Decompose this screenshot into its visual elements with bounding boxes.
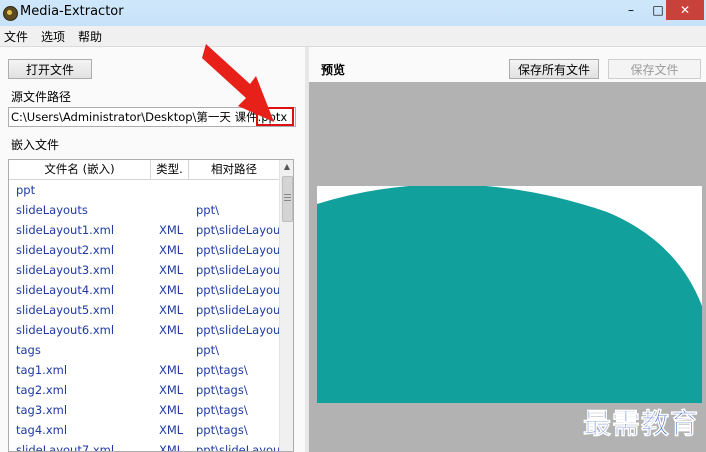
cell-type: XML: [159, 223, 184, 237]
cell-type: XML: [159, 403, 184, 417]
title-bar: Media-Extractor – □ ✕: [0, 0, 706, 27]
minimize-button[interactable]: –: [618, 0, 644, 20]
cell-path: ppt\slideLayouts\: [196, 263, 279, 277]
cell-name: slideLayout1.xml: [16, 223, 115, 237]
table-row[interactable]: tag2.xml XML ppt\tags\: [9, 380, 279, 400]
cell-path: ppt\slideLayouts\: [196, 323, 279, 337]
app-icon: [3, 6, 18, 21]
slide-preview: [317, 186, 702, 403]
cell-name: tag2.xml: [16, 383, 68, 397]
save-all-files-button[interactable]: 保存所有文件: [509, 59, 599, 79]
cell-type: XML: [159, 443, 184, 452]
table-row[interactable]: tag4.xml XML ppt\tags\: [9, 420, 279, 440]
table-row[interactable]: slideLayout4.xml XML ppt\slideLayouts\: [9, 280, 279, 300]
cell-path: ppt\: [196, 343, 219, 357]
cell-type: XML: [159, 263, 184, 277]
cell-name: tag4.xml: [16, 423, 68, 437]
table-row[interactable]: slideLayout3.xml XML ppt\slideLayouts\: [9, 260, 279, 280]
watermark: 最需教育: [583, 407, 700, 441]
right-pane: 预览 保存所有文件 保存文件: [309, 47, 706, 452]
table-row[interactable]: ppt: [9, 180, 279, 200]
preview-area: [309, 82, 706, 452]
column-header-type[interactable]: 类型.: [151, 160, 189, 179]
table-row[interactable]: slideLayout6.xml XML ppt\slideLayouts\: [9, 320, 279, 340]
cell-path: ppt\slideLayouts\: [196, 223, 279, 237]
table-row[interactable]: tag1.xml XML ppt\tags\: [9, 360, 279, 380]
cell-type: XML: [159, 283, 184, 297]
source-path-label: 源文件路径: [11, 90, 72, 104]
table-body: ppt slideLayouts ppt\ slideLayout1.xml XML pp…: [9, 180, 279, 452]
cell-name: tag3.xml: [16, 403, 68, 417]
cell-name: slideLayout4.xml: [16, 283, 115, 297]
cell-path: ppt\slideLayouts\: [196, 303, 279, 317]
cell-path: ppt\slideLayouts\: [196, 243, 279, 257]
table-row[interactable]: slideLayout2.xml XML ppt\slideLayouts\: [9, 240, 279, 260]
table-row[interactable]: slideLayout7.xml XML ppt\slideLayouts\: [9, 440, 279, 452]
column-header-name[interactable]: 文件名 (嵌入): [9, 160, 151, 179]
table-row[interactable]: slideLayout5.xml XML ppt\slideLayouts\: [9, 300, 279, 320]
cell-path: ppt\tags\: [196, 383, 248, 397]
cell-name: ppt: [16, 183, 36, 197]
slide-shape: [317, 186, 702, 403]
cell-name: slideLayout3.xml: [16, 263, 115, 277]
cell-name: slideLayout5.xml: [16, 303, 115, 317]
menu-file[interactable]: 文件: [4, 28, 28, 45]
cell-name: slideLayout6.xml: [16, 323, 115, 337]
cell-name: tag1.xml: [16, 363, 68, 377]
cell-type: XML: [159, 383, 184, 397]
embedded-files-table[interactable]: 文件名 (嵌入) 类型. 相对路径 ppt slideLayouts ppt\ sli…: [8, 159, 294, 452]
cell-path: ppt\tags\: [196, 423, 248, 437]
cell-path: ppt\tags\: [196, 403, 248, 417]
cell-type: XML: [159, 303, 184, 317]
cell-type: XML: [159, 323, 184, 337]
menu-bar: 文件 选项 帮助: [0, 26, 706, 47]
scroll-thumb[interactable]: [282, 176, 293, 222]
close-button[interactable]: ✕: [666, 0, 704, 20]
cell-name: slideLayout2.xml: [16, 243, 115, 257]
menu-options[interactable]: 选项: [41, 28, 65, 45]
embedded-files-label: 嵌入文件: [11, 138, 60, 152]
cell-path: ppt\slideLayouts\: [196, 283, 279, 297]
table-row[interactable]: tag3.xml XML ppt\tags\: [9, 400, 279, 420]
cell-type: XML: [159, 363, 184, 377]
table-row[interactable]: slideLayout1.xml XML ppt\slideLayouts\: [9, 220, 279, 240]
cell-name: slideLayouts: [16, 203, 88, 217]
cell-path: ppt\slideLayouts\: [196, 443, 279, 452]
open-file-button[interactable]: 打开文件: [8, 59, 92, 79]
table-row[interactable]: slideLayouts ppt\: [9, 200, 279, 220]
preview-label: 预览: [321, 63, 346, 77]
window-title: Media-Extractor: [20, 4, 124, 19]
red-arrow-annotation: [202, 44, 274, 122]
menu-help[interactable]: 帮助: [78, 28, 102, 45]
cell-name: slideLayout7.xml: [16, 443, 115, 452]
vertical-scrollbar[interactable]: ▲: [279, 160, 293, 451]
table-row[interactable]: tags ppt\: [9, 340, 279, 360]
cell-type: XML: [159, 243, 184, 257]
save-file-button[interactable]: 保存文件: [608, 59, 701, 79]
cell-name: tags: [16, 343, 41, 357]
cell-type: XML: [159, 423, 184, 437]
cell-path: ppt\tags\: [196, 363, 248, 377]
cell-path: ppt\: [196, 203, 219, 217]
